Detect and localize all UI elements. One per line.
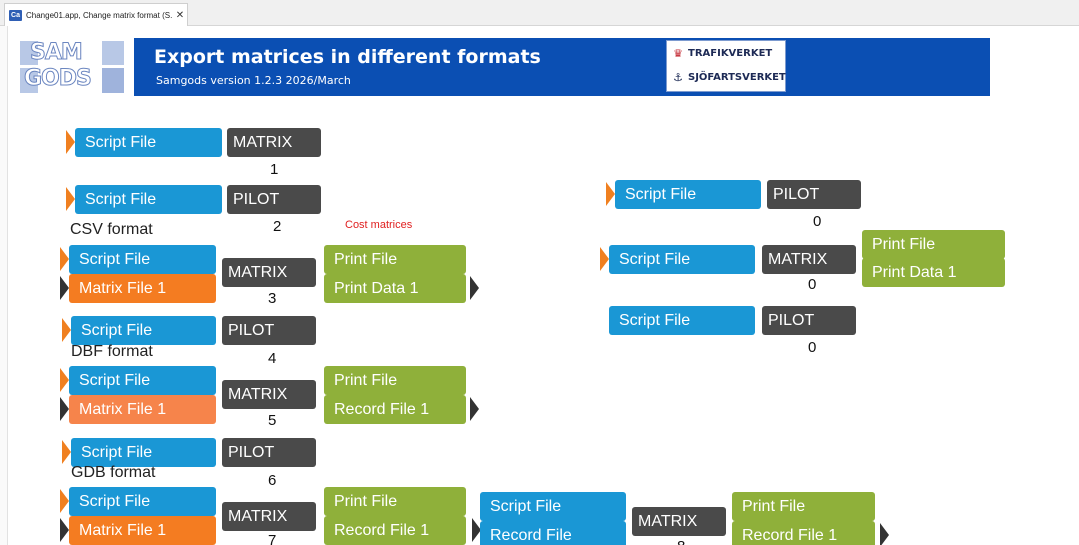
logo-text-top: SAM: [30, 40, 84, 65]
node-number: 5: [268, 412, 277, 429]
script-file-node[interactable]: Script File: [69, 245, 216, 274]
node-number: 7: [268, 532, 277, 545]
input-arrow-icon: [606, 182, 615, 206]
script-file-node[interactable]: Script File: [75, 185, 222, 214]
matrix-node[interactable]: MATRIX: [222, 258, 316, 287]
tab-title: Change01.app, Change matrix format (S...: [26, 10, 173, 20]
print-data-node[interactable]: Print Data 1: [324, 274, 466, 303]
script-file-node[interactable]: Script File: [69, 487, 216, 516]
script-file-node[interactable]: Script File: [615, 180, 761, 209]
script-file-node[interactable]: Script File: [609, 306, 755, 335]
script-file-node[interactable]: Script File: [69, 366, 216, 395]
script-file-node[interactable]: Script File: [609, 245, 755, 274]
matrix-node[interactable]: MATRIX: [632, 507, 726, 536]
matrix-file-node[interactable]: Matrix File 1: [69, 395, 216, 424]
print-file-node[interactable]: Print File: [324, 245, 466, 274]
logo-text-bottom: GODS: [24, 66, 93, 91]
input-arrow-icon: [62, 440, 71, 464]
cost-matrices-note: Cost matrices: [345, 219, 413, 231]
node-number: 3: [268, 290, 277, 307]
script-file-node[interactable]: Script File: [71, 316, 216, 345]
input-arrow-icon: [60, 247, 69, 271]
record-file-node[interactable]: Record File 1: [732, 521, 875, 545]
print-file-node[interactable]: Print File: [324, 366, 466, 395]
input-arrow-icon: [62, 318, 71, 342]
pilot-node[interactable]: PILOT: [222, 438, 316, 467]
script-file-node[interactable]: Script File: [71, 438, 216, 467]
pilot-node[interactable]: PILOT: [222, 316, 316, 345]
matrix-file-node[interactable]: Matrix File 1: [69, 274, 216, 303]
node-number: 0: [808, 339, 817, 356]
input-arrow-icon: [60, 397, 69, 421]
crown-icon: ♛: [673, 46, 683, 60]
node-number: 2: [273, 218, 282, 235]
tab-bar: Ca Change01.app, Change matrix format (S…: [0, 0, 1079, 26]
output-arrow-icon: [880, 523, 889, 545]
record-file-node[interactable]: Record File 1: [324, 516, 466, 545]
pilot-node[interactable]: PILOT: [762, 306, 856, 335]
input-arrow-icon: [600, 247, 609, 271]
input-arrow-icon: [60, 489, 69, 513]
input-arrow-icon: [66, 130, 75, 154]
pilot-node[interactable]: PILOT: [767, 180, 861, 209]
csv-format-label: CSV format: [70, 221, 153, 238]
node-number: 1: [270, 161, 279, 178]
node-number: 0: [808, 276, 817, 293]
input-arrow-icon: [66, 187, 75, 211]
script-file-node[interactable]: Script File: [480, 492, 626, 521]
node-number: 8: [677, 538, 685, 545]
output-arrow-icon: [470, 397, 479, 421]
matrix-node[interactable]: MATRIX: [222, 502, 316, 531]
print-data-node[interactable]: Print Data 1: [862, 258, 1005, 287]
partner-logos: ♛ TRAFIKVERKET ⚓ SJÖFARTSVERKET: [666, 40, 786, 92]
trafikverket-logo-text: TRAFIKVERKET: [688, 47, 773, 59]
record-file-input-node[interactable]: Record File: [480, 521, 626, 545]
sjofartsverket-logo-text: SJÖFARTSVERKET: [688, 71, 786, 83]
output-arrow-icon: [470, 276, 479, 300]
samgods-logo: SAM GODS: [12, 38, 134, 96]
close-icon[interactable]: ✕: [173, 10, 187, 21]
header-banner: SAM GODS Export matrices in different fo…: [12, 38, 990, 96]
record-file-node[interactable]: Record File 1: [324, 395, 466, 424]
print-file-node[interactable]: Print File: [732, 492, 875, 521]
pilot-node[interactable]: PILOT: [227, 185, 321, 214]
input-arrow-icon: [60, 276, 69, 300]
document-tab[interactable]: Ca Change01.app, Change matrix format (S…: [4, 3, 188, 26]
node-number: 0: [813, 213, 822, 230]
input-arrow-icon: [60, 368, 69, 392]
matrix-node[interactable]: MATRIX: [762, 245, 856, 274]
print-file-node[interactable]: Print File: [324, 487, 466, 516]
left-edge: [0, 26, 8, 545]
app-icon: Ca: [9, 9, 22, 21]
gdb-format-label: GDB format: [71, 464, 156, 481]
node-number: 6: [268, 472, 277, 489]
version-subtitle: Samgods version 1.2.3 2026/March: [156, 74, 351, 87]
node-number: 4: [268, 350, 277, 367]
anchor-icon: ⚓: [673, 70, 683, 84]
page-title: Export matrices in different formats: [154, 46, 541, 68]
input-arrow-icon: [60, 518, 69, 542]
dbf-format-label: DBF format: [71, 343, 153, 360]
matrix-node[interactable]: MATRIX: [222, 380, 316, 409]
matrix-file-node[interactable]: Matrix File 1: [69, 516, 216, 545]
print-file-node[interactable]: Print File: [862, 230, 1005, 259]
script-file-node[interactable]: Script File: [75, 128, 222, 157]
matrix-node[interactable]: MATRIX: [227, 128, 321, 157]
